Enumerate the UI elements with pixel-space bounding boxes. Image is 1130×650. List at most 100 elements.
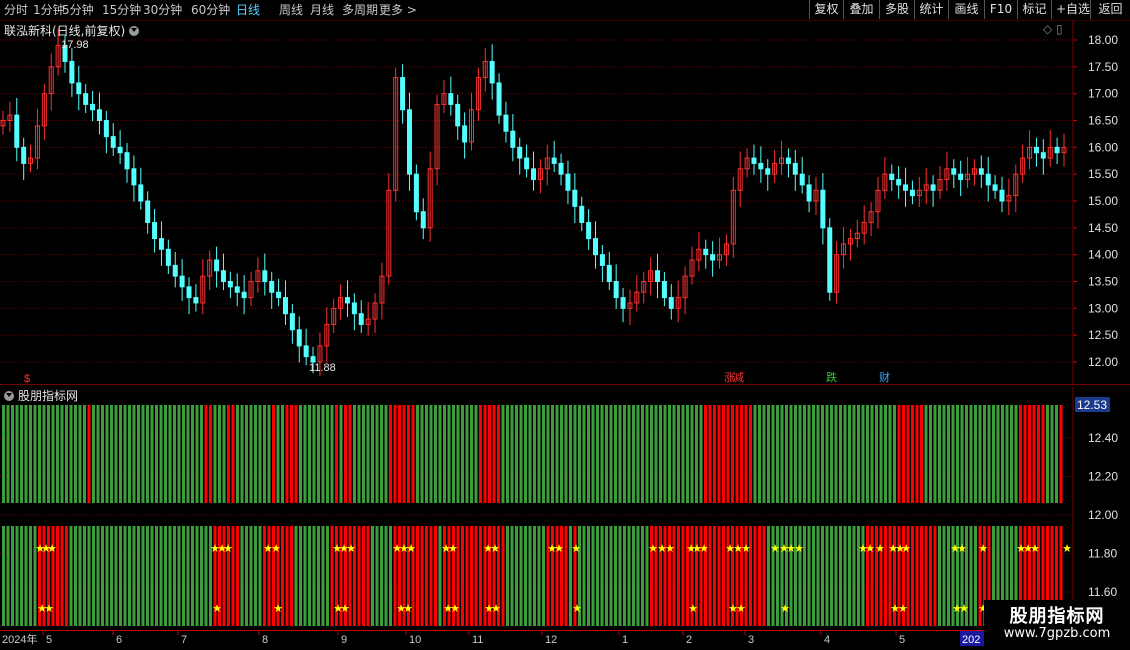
indicator-bar-bottom xyxy=(249,526,253,626)
star-marker: ★ xyxy=(978,542,988,555)
indicator-bar-top xyxy=(735,405,739,503)
indicator-bar-bottom xyxy=(294,526,298,626)
indicator-bar-bottom xyxy=(587,526,590,626)
indicator-bar-bottom xyxy=(353,526,356,626)
timeframe-tab-5[interactable]: 60分钟 xyxy=(191,2,230,18)
toolbar-button-5[interactable]: F10 xyxy=(984,0,1017,19)
indicator-bar-top xyxy=(686,405,689,503)
indicator-bar-top xyxy=(591,405,595,503)
toolbar-button-8[interactable]: 返回 xyxy=(1090,0,1130,19)
main-chart-svg[interactable]: 18.00 17.50 17.00 16.50 16.00 15.50 15.00 14.50… xyxy=(0,20,1130,385)
indicator-bar-top xyxy=(74,405,77,503)
indicator-bar-bottom xyxy=(704,526,707,626)
indicator-bar-top xyxy=(609,405,613,503)
candle xyxy=(427,151,433,242)
indicator-bar-top xyxy=(974,405,977,503)
dropdown-icon[interactable] xyxy=(129,26,140,36)
indicator-bar-bottom xyxy=(789,526,793,626)
star-marker: ★ xyxy=(688,602,698,615)
candle xyxy=(14,97,20,162)
timeframe-tab-3[interactable]: 15分钟 xyxy=(102,2,141,18)
toolbar-button-3[interactable]: 统计 xyxy=(914,0,948,19)
timeframe-tab-0[interactable]: 分时 xyxy=(4,2,28,18)
candle xyxy=(241,275,247,315)
indicator-bar-top xyxy=(438,405,442,503)
x-month-label: 1 xyxy=(622,634,628,646)
candle xyxy=(992,175,998,199)
timeframe-tab-4[interactable]: 30分钟 xyxy=(143,2,182,18)
candle xyxy=(889,164,895,191)
indicator-bar-top xyxy=(938,405,941,503)
candle xyxy=(834,241,840,304)
indicator-bar-top xyxy=(69,405,73,503)
indicator-bar-bottom xyxy=(924,526,928,626)
candle xyxy=(586,209,592,250)
star-marker: ★ xyxy=(450,602,460,615)
indicator-bar-bottom xyxy=(114,526,118,626)
indicator-title[interactable]: 股朋指标网 xyxy=(4,387,78,404)
indicator-chart-svg[interactable]: 12.4012.2012.0011.8011.6012.53★★★ ★★★ ★★ ★★… xyxy=(0,386,1130,630)
candle-body xyxy=(413,173,419,213)
indicator-bar-top xyxy=(861,405,865,503)
timeframe-tab-8[interactable]: 月线 xyxy=(310,2,334,18)
chart-settings-icons[interactable]: ◇ ▯ xyxy=(1043,22,1063,36)
candle xyxy=(400,64,406,124)
indicator-bar-top xyxy=(222,405,226,503)
indicator-dropdown-icon[interactable] xyxy=(4,391,14,401)
toolbar-button-7[interactable]: +自选 xyxy=(1051,0,1090,19)
stock-title[interactable]: 联泓新科(日线,前复权) xyxy=(4,22,140,39)
indicator-bar-top xyxy=(569,405,572,503)
timeframe-tab-10[interactable]: 更多 > xyxy=(379,2,417,18)
toolbar-button-4[interactable]: 画线 xyxy=(948,0,984,19)
timeframe-tab-7[interactable]: 周线 xyxy=(279,2,303,18)
indicator-bar-bottom xyxy=(150,526,154,626)
candle-body xyxy=(69,60,75,84)
indicator-bar-bottom xyxy=(96,526,100,626)
indicator-bar-bottom xyxy=(231,526,235,626)
candle xyxy=(69,48,75,97)
toolbar-button-6[interactable]: 标记 xyxy=(1017,0,1051,19)
candle xyxy=(730,176,736,258)
indicator-bar-top xyxy=(816,405,820,503)
candle xyxy=(923,167,929,205)
toolbar-button-0[interactable]: 复权 xyxy=(809,0,843,19)
indicator-bar-top xyxy=(371,405,374,503)
toolbar-button-2[interactable]: 多股 xyxy=(879,0,914,19)
indicator-bar-bottom xyxy=(29,526,32,626)
indicator-bar-bottom xyxy=(947,526,950,626)
indicator-bar-top xyxy=(375,405,379,503)
candle xyxy=(365,301,371,336)
indicator-bar-bottom xyxy=(879,526,883,626)
candle xyxy=(813,176,819,215)
candle xyxy=(448,76,454,116)
candle-body xyxy=(282,297,288,315)
indicator-tick-label: 11.80 xyxy=(1088,547,1117,561)
indicator-bar-top xyxy=(551,405,554,503)
candle xyxy=(386,173,392,285)
event-marker: 跌 xyxy=(826,370,837,384)
timeframe-tab-6[interactable]: 日线 xyxy=(236,2,260,18)
y-tick-label: 13.00 xyxy=(1088,301,1118,315)
timeframe-tab-2[interactable]: 5分钟 xyxy=(62,2,94,18)
candle xyxy=(758,146,764,183)
indicator-bar-bottom xyxy=(263,526,266,626)
indicator-bar-top xyxy=(951,405,955,503)
timeframe-tab-1[interactable]: 1分钟 xyxy=(33,2,65,18)
timeframe-tab-9[interactable]: 多周期 xyxy=(342,2,378,18)
indicator-bar-bottom xyxy=(420,526,424,626)
indicator-bar-top xyxy=(96,405,100,503)
indicator-bar-bottom xyxy=(141,526,145,626)
indicator-bar-bottom xyxy=(861,526,865,626)
indicator-bar-top xyxy=(753,405,757,503)
candle-body xyxy=(344,297,350,304)
candle xyxy=(531,151,536,191)
indicator-bar-top xyxy=(519,405,523,503)
indicator-bar-bottom xyxy=(227,526,230,626)
toolbar-button-1[interactable]: 叠加 xyxy=(843,0,879,19)
candle-body xyxy=(703,248,709,256)
candle xyxy=(565,160,571,205)
star-marker: ★ xyxy=(346,542,356,555)
indicator-bar-bottom xyxy=(384,526,388,626)
indicator-bar-bottom xyxy=(920,526,923,626)
indicator-bar-top xyxy=(1028,405,1031,503)
